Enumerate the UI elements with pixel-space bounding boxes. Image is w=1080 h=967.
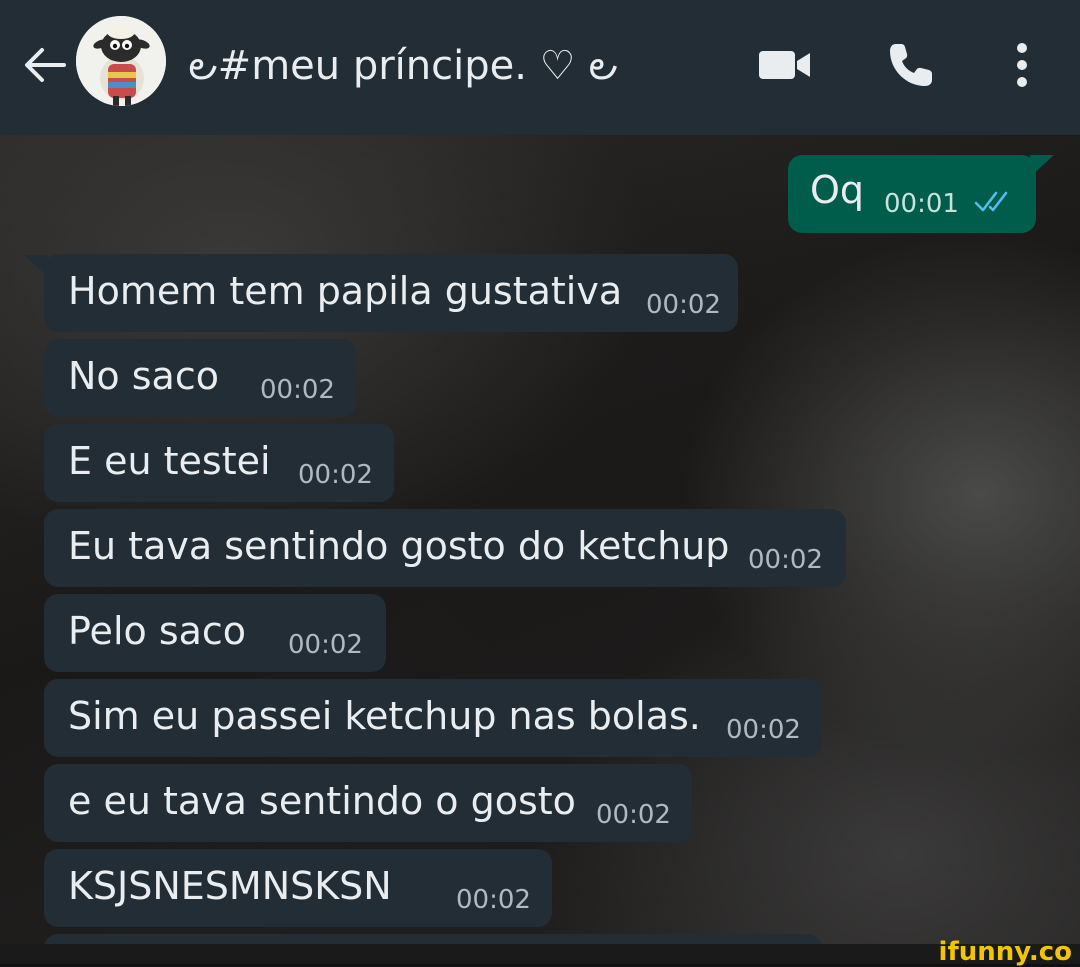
message-bubble-incoming[interactable]: No saco 00:02 xyxy=(44,339,356,417)
message-text: Homem tem papila gustativa xyxy=(68,269,623,313)
bubble-tail-outgoing xyxy=(1030,155,1054,177)
message-bubble-incoming[interactable]: Pelo saco 00:02 xyxy=(44,594,386,672)
message-time: 00:02 xyxy=(260,375,335,405)
message-text: No saco xyxy=(68,354,219,398)
message-bubble-incoming[interactable]: Homem tem papila gustativa 00:02 xyxy=(44,254,738,332)
message-time: 00:02 xyxy=(748,545,823,575)
message-time: 00:02 xyxy=(456,885,531,915)
message-text: Pelo saco xyxy=(68,609,247,653)
message-bubble-incoming[interactable]: e eu tava sentindo o gosto 00:02 xyxy=(44,764,692,842)
message-text: E eu testei xyxy=(68,439,271,483)
message-time: 00:01 xyxy=(884,189,959,219)
message-text: e eu tava sentindo o gosto xyxy=(68,779,576,823)
message-time: 00:02 xyxy=(646,290,721,320)
watermark-bar xyxy=(0,944,1080,964)
message-bubble-incoming[interactable]: KSJSNESMNSKSN 00:02 xyxy=(44,849,552,927)
message-time: 00:02 xyxy=(726,715,801,745)
sheep-avatar-image xyxy=(76,16,166,106)
message-text: Sim eu passei ketchup nas bolas. xyxy=(68,694,701,738)
read-receipt-icon xyxy=(974,191,1008,212)
voice-call-icon[interactable] xyxy=(886,40,936,90)
contact-name[interactable]: ౿#meu príncipe. ♡ ౿ xyxy=(188,36,618,96)
message-bubble-incoming[interactable]: Sim eu passei ketchup nas bolas. 00:02 xyxy=(44,679,822,757)
chat-header: ౿#meu príncipe. ♡ ౿ xyxy=(0,0,1080,135)
message-bubble-outgoing[interactable]: Oq 00:01 xyxy=(788,155,1036,233)
video-call-icon[interactable] xyxy=(758,48,812,82)
message-text: KSJSNESMNSKSN xyxy=(68,864,392,908)
message-time: 00:02 xyxy=(288,630,363,660)
chat-area[interactable]: Oq 00:01 Homem tem papila gustativa 00:0… xyxy=(0,135,1080,944)
watermark: ifunny.co xyxy=(938,937,1072,967)
message-bubble-incoming[interactable]: E eu testei 00:02 xyxy=(44,424,394,502)
message-time: 00:02 xyxy=(298,460,373,490)
message-bubble-incoming[interactable]: Eu tava sentindo gosto do ketchup 00:02 xyxy=(44,509,846,587)
back-arrow-icon[interactable] xyxy=(20,40,70,90)
message-bubble-incoming-partial[interactable] xyxy=(44,934,822,944)
message-text: Oq xyxy=(810,168,865,212)
message-text: Eu tava sentindo gosto do ketchup xyxy=(68,524,730,568)
message-time: 00:02 xyxy=(596,800,671,830)
more-options-icon[interactable] xyxy=(1008,40,1036,90)
contact-avatar[interactable] xyxy=(76,16,166,106)
